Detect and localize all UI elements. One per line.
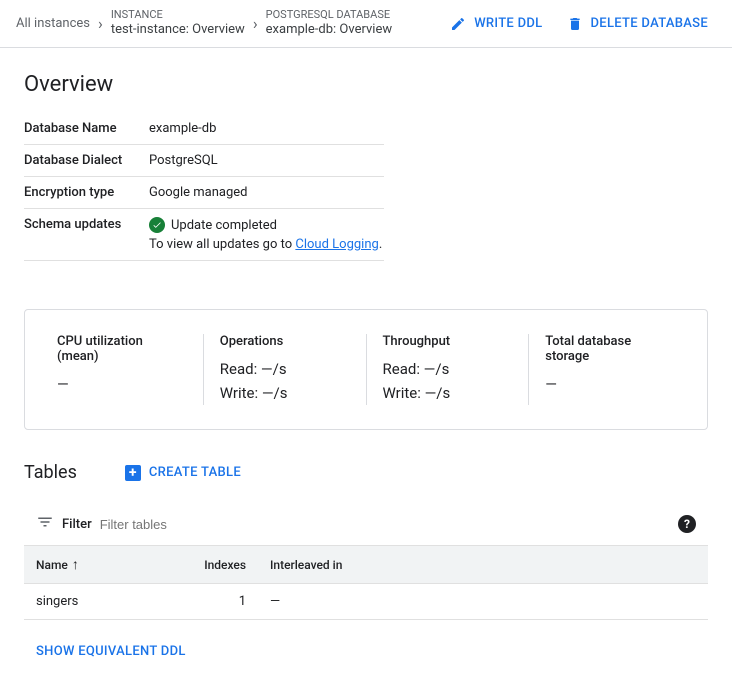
breadcrumb-instance[interactable]: INSTANCE test-instance: Overview xyxy=(111,8,245,39)
info-value: PostgreSQL xyxy=(149,145,384,177)
table-row[interactable]: singers 1 — xyxy=(24,584,708,620)
info-value: Update completed To view all updates go … xyxy=(149,209,384,261)
metric-operations: Operations Read: —/s Write: —/s xyxy=(204,334,367,405)
tables-data-table: Name↑ Indexes Interleaved in singers 1 — xyxy=(24,546,708,620)
info-label: Database Name xyxy=(24,113,149,145)
breadcrumb-database-label: POSTGRESQL DATABASE xyxy=(266,8,392,22)
page-title: Overview xyxy=(0,48,732,113)
filter-icon xyxy=(36,513,54,535)
tables-section: Tables + CREATE TABLE Filter ? Name↑ Ind… xyxy=(24,462,708,659)
delete-database-button[interactable]: DELETE DATABASE xyxy=(559,8,716,40)
chevron-right-icon: › xyxy=(98,14,103,33)
info-row-dialect: Database Dialect PostgreSQL xyxy=(24,145,384,177)
cloud-logging-link[interactable]: Cloud Logging xyxy=(295,237,378,252)
breadcrumb-database-value: example-db: Overview xyxy=(266,22,392,39)
metric-label: CPU utilization (mean) xyxy=(57,334,187,364)
metric-cpu: CPU utilization (mean) — xyxy=(41,334,204,405)
col-header-interleaved[interactable]: Interleaved in xyxy=(258,546,708,584)
info-value: Google managed xyxy=(149,177,384,209)
write-ddl-label: WRITE DDL xyxy=(474,16,542,31)
plus-icon: + xyxy=(125,465,141,481)
info-value: example-db xyxy=(149,113,384,145)
info-row-schema: Schema updates Update completed To view … xyxy=(24,209,384,261)
cell-name: singers xyxy=(24,584,168,620)
filter-input[interactable] xyxy=(100,517,670,532)
breadcrumb: All instances › INSTANCE test-instance: … xyxy=(0,0,732,48)
filter-row: Filter ? xyxy=(24,503,708,546)
cell-interleaved: — xyxy=(258,584,708,620)
write-ddl-button[interactable]: WRITE DDL xyxy=(442,8,550,40)
schema-status-text: Update completed xyxy=(171,218,277,233)
delete-database-label: DELETE DATABASE xyxy=(591,16,708,31)
breadcrumb-database[interactable]: POSTGRESQL DATABASE example-db: Overview xyxy=(266,8,392,39)
metric-throughput: Throughput Read: —/s Write: —/s xyxy=(367,334,530,405)
filter-label: Filter xyxy=(62,517,92,532)
metric-value: — xyxy=(57,372,187,396)
tables-title: Tables xyxy=(24,462,77,483)
metric-label: Operations xyxy=(220,334,350,349)
show-equivalent-ddl-button[interactable]: SHOW EQUIVALENT DDL xyxy=(36,644,696,659)
trash-icon xyxy=(567,16,583,32)
breadcrumb-instance-value: test-instance: Overview xyxy=(111,22,245,39)
metrics-card: CPU utilization (mean) — Operations Read… xyxy=(24,309,708,430)
cell-indexes: 1 xyxy=(168,584,258,620)
chevron-right-icon: › xyxy=(253,14,258,33)
breadcrumb-instance-label: INSTANCE xyxy=(111,8,245,22)
database-info-table: Database Name example-db Database Dialec… xyxy=(24,113,384,261)
pencil-icon xyxy=(450,16,466,32)
info-row-encryption: Encryption type Google managed xyxy=(24,177,384,209)
schema-hint-suffix: . xyxy=(379,237,382,252)
metric-storage: Total database storage — xyxy=(529,334,691,405)
metric-value-write: Write: —/s xyxy=(383,381,513,405)
info-label: Database Dialect xyxy=(24,145,149,177)
breadcrumb-root[interactable]: All instances xyxy=(16,16,90,31)
metric-label: Total database storage xyxy=(545,334,675,364)
check-circle-icon xyxy=(149,217,165,233)
metric-value-read: Read: —/s xyxy=(383,357,513,381)
create-table-button[interactable]: + CREATE TABLE xyxy=(125,465,241,481)
info-label: Schema updates xyxy=(24,209,149,261)
metric-value-read: Read: —/s xyxy=(220,357,350,381)
metric-value: — xyxy=(545,372,675,396)
help-icon[interactable]: ? xyxy=(678,515,696,533)
col-header-name[interactable]: Name↑ xyxy=(24,546,168,584)
info-label: Encryption type xyxy=(24,177,149,209)
metric-label: Throughput xyxy=(383,334,513,349)
sort-ascending-icon: ↑ xyxy=(72,557,79,573)
col-header-indexes[interactable]: Indexes xyxy=(168,546,258,584)
metric-value-write: Write: —/s xyxy=(220,381,350,405)
schema-hint-prefix: To view all updates go to xyxy=(149,237,295,252)
info-row-db-name: Database Name example-db xyxy=(24,113,384,145)
create-table-label: CREATE TABLE xyxy=(149,465,241,480)
